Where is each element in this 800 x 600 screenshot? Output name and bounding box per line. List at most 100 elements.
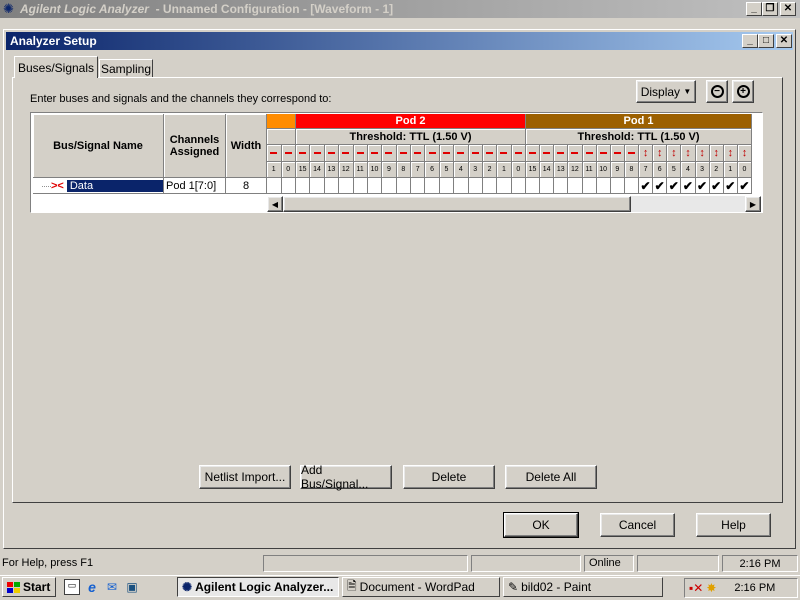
- pod1-channel-cell[interactable]: ✔: [639, 178, 654, 194]
- pod1-channel-marker[interactable]: ↕: [681, 145, 696, 162]
- pod2-channel-cell[interactable]: [296, 178, 311, 194]
- pod1-channel-cell[interactable]: ✔: [723, 178, 738, 194]
- pod2-channel-cell[interactable]: [482, 178, 498, 194]
- pod1-channel-marker[interactable]: ↕: [653, 145, 668, 162]
- pod1-channel-marker[interactable]: ↕: [695, 145, 710, 162]
- pod1-channel-marker[interactable]: [540, 145, 555, 162]
- pod1-channel-cell[interactable]: [540, 178, 555, 194]
- pod2-channel-cell[interactable]: [339, 178, 354, 194]
- dialog-maximize-button[interactable]: □: [758, 34, 774, 48]
- delete-button[interactable]: Delete: [403, 465, 495, 489]
- pod2-channel-marker[interactable]: [353, 145, 368, 162]
- dialog-close-button[interactable]: ✕: [776, 34, 792, 48]
- internet-explorer-icon[interactable]: e: [84, 579, 100, 595]
- pod1-channel-cell[interactable]: ✔: [737, 178, 752, 194]
- pod1-channel-cell[interactable]: [596, 178, 611, 194]
- dialog-minimize-button[interactable]: _: [742, 34, 758, 48]
- pod2-channel-marker[interactable]: [425, 145, 440, 162]
- pod2-channel-cell[interactable]: [324, 178, 340, 194]
- pod2-channel-marker[interactable]: [310, 145, 325, 162]
- pod2-channel-cell[interactable]: [468, 178, 483, 194]
- row-width-cell[interactable]: 8: [226, 178, 267, 194]
- scroll-right-button[interactable]: ▶: [745, 196, 761, 212]
- pod1-channel-marker[interactable]: ↕: [709, 145, 724, 162]
- pod2-channel-marker[interactable]: [367, 145, 383, 162]
- pod2-channel-cell[interactable]: [367, 178, 383, 194]
- pod2-header[interactable]: Pod 2: [296, 114, 526, 129]
- scroll-thumb[interactable]: [283, 196, 631, 212]
- tab-sampling[interactable]: Sampling: [99, 59, 153, 77]
- ok-button[interactable]: OK: [503, 512, 579, 538]
- pod2-channel-marker[interactable]: [339, 145, 354, 162]
- app-restore-button[interactable]: ❐: [762, 2, 778, 16]
- pod1-channel-cell[interactable]: ✔: [667, 178, 682, 194]
- pod1-channel-marker[interactable]: [554, 145, 569, 162]
- pod1-channel-cell[interactable]: [554, 178, 569, 194]
- delete-all-button[interactable]: Delete All: [505, 465, 597, 489]
- pod2-channel-cell[interactable]: [497, 178, 512, 194]
- pod2-channel-marker[interactable]: [511, 145, 526, 162]
- row-name-selected[interactable]: Data: [66, 179, 163, 192]
- pod1-channel-cell[interactable]: [582, 178, 597, 194]
- pod2-channel-marker[interactable]: [396, 145, 411, 162]
- display-dropdown-button[interactable]: Display ▼: [636, 80, 696, 103]
- help-button[interactable]: Help: [696, 513, 771, 537]
- media-player-icon[interactable]: ▣: [124, 579, 140, 595]
- pod2-channel-cell[interactable]: [511, 178, 526, 194]
- pod2-channel-marker[interactable]: [296, 145, 311, 162]
- tray-star-icon[interactable]: ✸: [706, 581, 716, 595]
- tab-buses-signals[interactable]: Buses/Signals: [14, 56, 98, 78]
- task-agilent[interactable]: ✺ Agilent Logic Analyzer...: [177, 577, 339, 597]
- pod1-threshold[interactable]: Threshold: TTL (1.50 V): [526, 129, 752, 145]
- pod2-channel-cell[interactable]: [353, 178, 368, 194]
- pod1-channel-cell[interactable]: ✔: [695, 178, 710, 194]
- pod2-channel-marker[interactable]: [324, 145, 340, 162]
- pod1-channel-cell[interactable]: [610, 178, 625, 194]
- prepod-channel-marker[interactable]: [267, 145, 282, 162]
- row-channels-cell[interactable]: Pod 1[7:0]: [164, 178, 226, 194]
- pod1-channel-marker[interactable]: [582, 145, 597, 162]
- pod2-channel-cell[interactable]: [454, 178, 469, 194]
- pod1-channel-marker[interactable]: [610, 145, 625, 162]
- pod1-channel-cell[interactable]: [624, 178, 639, 194]
- pod2-channel-marker[interactable]: [382, 145, 397, 162]
- pod2-channel-cell[interactable]: [396, 178, 411, 194]
- pod1-channel-marker[interactable]: ↕: [737, 145, 752, 162]
- app-minimize-button[interactable]: _: [746, 2, 762, 16]
- task-wordpad[interactable]: 🗎 Document - WordPad: [342, 577, 500, 597]
- show-desktop-icon[interactable]: ▭: [64, 579, 80, 595]
- pod2-channel-cell[interactable]: [439, 178, 455, 194]
- pod2-channel-cell[interactable]: [382, 178, 397, 194]
- pod2-channel-marker[interactable]: [497, 145, 512, 162]
- add-bus-signal-button[interactable]: Add Bus/Signal...: [300, 463, 392, 491]
- pod1-channel-cell[interactable]: ✔: [653, 178, 668, 194]
- pod1-channel-marker[interactable]: ↕: [723, 145, 738, 162]
- pod2-channel-cell[interactable]: [425, 178, 440, 194]
- pod1-header[interactable]: Pod 1: [526, 114, 752, 129]
- zoom-out-button[interactable]: −: [706, 80, 728, 103]
- pod2-channel-marker[interactable]: [439, 145, 455, 162]
- pod1-channel-marker[interactable]: [596, 145, 611, 162]
- task-paint[interactable]: ✎ bild02 - Paint: [503, 577, 663, 597]
- prepod-channel-cell[interactable]: [267, 178, 282, 194]
- pod2-channel-cell[interactable]: [310, 178, 325, 194]
- pod1-channel-cell[interactable]: ✔: [681, 178, 696, 194]
- prepod-channel-cell[interactable]: [281, 178, 296, 194]
- pod1-channel-marker[interactable]: ↕: [667, 145, 682, 162]
- pod1-channel-marker[interactable]: [526, 145, 541, 162]
- pod2-channel-marker[interactable]: [482, 145, 498, 162]
- pod1-channel-marker[interactable]: ↕: [639, 145, 654, 162]
- start-button[interactable]: Start: [2, 577, 56, 597]
- app-close-button[interactable]: ✕: [780, 2, 796, 16]
- outlook-express-icon[interactable]: ✉: [104, 579, 120, 595]
- pod2-channel-marker[interactable]: [468, 145, 483, 162]
- row-name-cell[interactable]: ····· >< Data: [33, 178, 164, 194]
- network-icon[interactable]: ▪✕: [689, 581, 703, 595]
- netlist-import-button[interactable]: Netlist Import...: [199, 465, 291, 489]
- scroll-left-button[interactable]: ◀: [267, 196, 283, 212]
- pod1-channel-cell[interactable]: [568, 178, 583, 194]
- zoom-in-button[interactable]: +: [732, 80, 754, 103]
- pod2-channel-cell[interactable]: [411, 178, 426, 194]
- cancel-button[interactable]: Cancel: [600, 513, 675, 537]
- prepod-channel-marker[interactable]: [281, 145, 296, 162]
